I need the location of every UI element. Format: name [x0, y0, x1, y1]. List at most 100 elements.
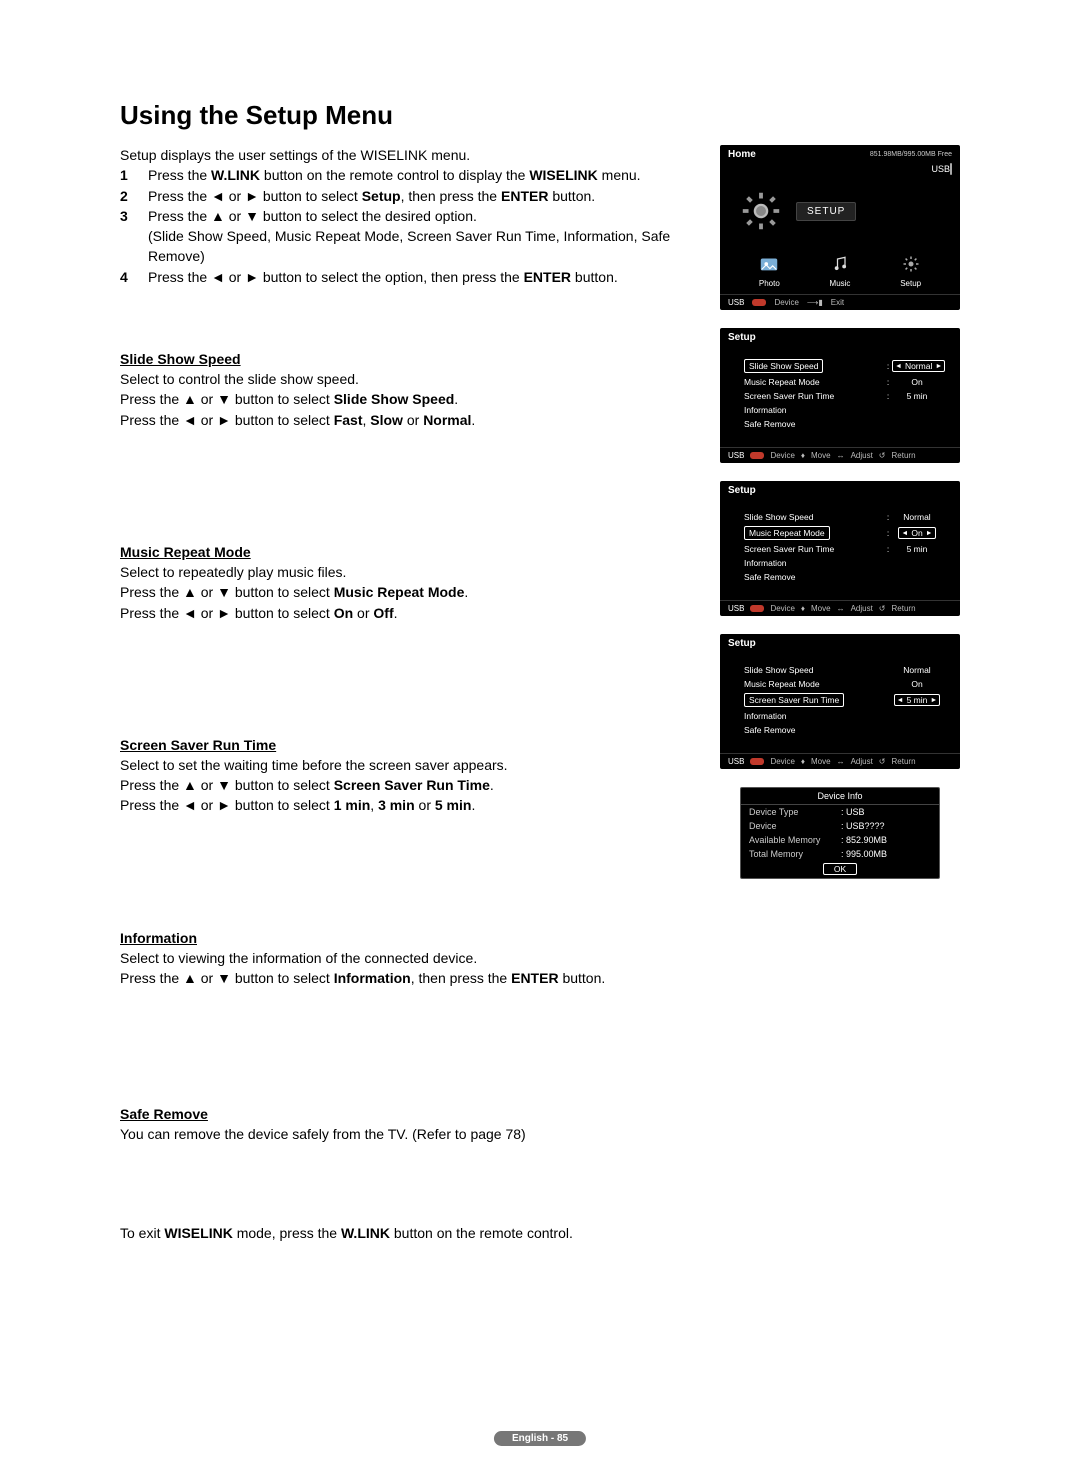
step-number: 1	[120, 165, 134, 185]
red-button-icon	[750, 758, 764, 765]
footer-usb: USB	[728, 757, 744, 766]
setup-row-info: Information	[744, 405, 942, 415]
setup-row-screen: Screen Saver Run Time	[744, 544, 884, 554]
updown-icon: ♦	[801, 451, 805, 460]
footer-device: Device	[770, 451, 794, 460]
footer-move: Move	[811, 604, 831, 613]
step-number: 3	[120, 206, 134, 267]
usb-bar-label: USB	[931, 164, 952, 174]
intro-block: Setup displays the user settings of the …	[120, 145, 702, 287]
devinfo-val: : USB????	[841, 821, 885, 831]
usb-free-indicator: 851.98MB/995.00MB Free	[870, 151, 952, 158]
setup-row-safe: Safe Remove	[744, 419, 942, 429]
devinfo-key: Available Memory	[749, 835, 837, 845]
exit-note: To exit WISELINK mode, press the W.LINK …	[120, 1223, 702, 1243]
section-slide-show-speed: Slide Show Speed Select to control the s…	[120, 351, 702, 430]
exit-text: To exit WISELINK mode, press the W.LINK …	[120, 1223, 702, 1243]
home-title: Home	[728, 149, 756, 160]
photo-icon	[757, 252, 781, 276]
setup-row-slide: Slide Show Speed	[744, 665, 884, 675]
return-icon: ↺	[879, 757, 886, 766]
footer-usb: USB	[728, 298, 744, 307]
setup-row-slide: Slide Show Speed	[744, 359, 823, 373]
val-music: On	[892, 679, 942, 689]
thumb-setup: Setup	[899, 252, 923, 288]
section-p: Select to set the waiting time before th…	[120, 755, 702, 775]
updown-icon: ♦	[801, 757, 805, 766]
setup-row-music: Music Repeat Mode	[744, 526, 830, 540]
val-screen: 5 min	[892, 391, 942, 401]
section-p: Press the ◄ or ► button to select On or …	[120, 603, 702, 623]
section-screen-saver-run-time: Screen Saver Run Time Select to set the …	[120, 737, 702, 816]
section-p: Select to viewing the information of the…	[120, 948, 702, 968]
footer-adjust: Adjust	[851, 757, 873, 766]
section-heading: Information	[120, 930, 702, 946]
step-text: Press the ▲ or ▼ button to select the de…	[148, 206, 702, 267]
section-p: Press the ▲ or ▼ button to select Screen…	[120, 775, 702, 795]
page-number-badge: English - 85	[494, 1431, 586, 1446]
intro-text: Setup displays the user settings of the …	[120, 145, 702, 165]
setup-title: Setup	[728, 332, 756, 343]
footer-device: Device	[770, 604, 794, 613]
setup-row-music: Music Repeat Mode	[744, 377, 884, 387]
exit-icon: ⟶▮	[807, 298, 823, 307]
devinfo-key: Device	[749, 821, 837, 831]
updown-icon: ♦	[801, 604, 805, 613]
setup-title: Setup	[728, 485, 756, 496]
section-p: Press the ▲ or ▼ button to select Inform…	[120, 968, 702, 988]
step-text: Press the W.LINK button on the remote co…	[148, 165, 641, 185]
thumb-photo: Photo	[757, 252, 781, 288]
gear-icon	[738, 188, 784, 234]
setup-label: SETUP	[796, 202, 856, 221]
val-music: ◄On►	[898, 527, 935, 539]
footer-return: Return	[892, 757, 916, 766]
footer-exit: Exit	[831, 298, 844, 307]
red-button-icon	[750, 452, 764, 459]
leftright-icon: ↔	[837, 451, 845, 460]
screenshot-home: Home 851.98MB/995.00MB Free USB	[720, 145, 960, 310]
section-heading: Screen Saver Run Time	[120, 737, 702, 753]
footer-move: Move	[811, 451, 831, 460]
setup-title: Setup	[728, 638, 756, 649]
setup-row-music: Music Repeat Mode	[744, 679, 884, 689]
setup-row-slide: Slide Show Speed	[744, 512, 884, 522]
gear-small-icon	[899, 252, 923, 276]
footer-move: Move	[811, 757, 831, 766]
red-button-icon	[752, 299, 766, 306]
section-heading: Music Repeat Mode	[120, 544, 702, 560]
left-arrow-icon: ◄	[897, 697, 904, 704]
devinfo-key: Device Type	[749, 807, 837, 817]
red-button-icon	[750, 605, 764, 612]
val-slide: ◄Normal►	[892, 360, 945, 372]
section-p: Press the ▲ or ▼ button to select Music …	[120, 582, 702, 602]
step-text: Press the ◄ or ► button to select Setup,…	[148, 186, 595, 206]
devinfo-val: : 995.00MB	[841, 849, 887, 859]
return-icon: ↺	[879, 604, 886, 613]
section-p: Press the ◄ or ► button to select Fast, …	[120, 410, 702, 430]
setup-row-info: Information	[744, 558, 942, 568]
right-arrow-icon: ►	[926, 530, 933, 537]
setup-row-screen: Screen Saver Run Time	[744, 693, 844, 707]
screenshot-setup-slide: Setup Slide Show Speed : ◄Normal► Music …	[720, 328, 960, 463]
section-p: Press the ◄ or ► button to select 1 min,…	[120, 795, 702, 815]
step-number: 4	[120, 267, 134, 287]
screenshot-device-info: Device Info Device Type: USB Device: USB…	[740, 787, 940, 879]
footer-device: Device	[774, 298, 798, 307]
step-number: 2	[120, 186, 134, 206]
left-arrow-icon: ◄	[901, 530, 908, 537]
screenshot-setup-screensaver: Setup Slide Show SpeedNormal Music Repea…	[720, 634, 960, 769]
leftright-icon: ↔	[837, 604, 845, 613]
thumb-music: Music	[828, 252, 852, 288]
footer-return: Return	[892, 451, 916, 460]
step-text: Press the ◄ or ► button to select the op…	[148, 267, 618, 287]
section-p: Select to repeatedly play music files.	[120, 562, 702, 582]
setup-row-info: Information	[744, 711, 942, 721]
footer-device: Device	[770, 757, 794, 766]
setup-row-safe: Safe Remove	[744, 725, 942, 735]
section-heading: Safe Remove	[120, 1106, 702, 1122]
section-safe-remove: Safe Remove You can remove the device sa…	[120, 1106, 702, 1144]
footer-usb: USB	[728, 604, 744, 613]
section-p: You can remove the device safely from th…	[120, 1124, 702, 1144]
devinfo-val: : 852.90MB	[841, 835, 887, 845]
music-icon	[828, 252, 852, 276]
